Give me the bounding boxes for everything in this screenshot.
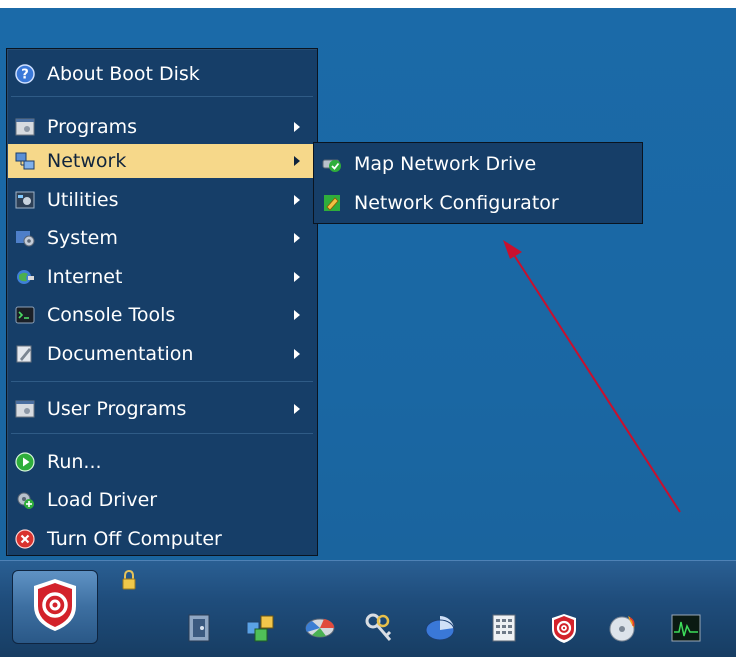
start-button[interactable]: [12, 570, 98, 644]
window-switcher-icon[interactable]: [244, 612, 276, 644]
calculator-icon[interactable]: [488, 612, 520, 644]
disk-tool-icon[interactable]: [304, 612, 336, 644]
antivirus-icon[interactable]: [548, 612, 580, 644]
antivirus-logo-icon: [26, 576, 84, 638]
password-keys-icon[interactable]: [364, 612, 396, 644]
monitor-icon[interactable]: [670, 612, 702, 644]
annotation-arrow-icon: [503, 240, 681, 513]
partition-icon[interactable]: [424, 612, 456, 644]
lock-icon[interactable]: [122, 569, 136, 594]
cd-burner-icon[interactable]: [608, 612, 640, 644]
file-manager-icon[interactable]: [183, 612, 215, 644]
